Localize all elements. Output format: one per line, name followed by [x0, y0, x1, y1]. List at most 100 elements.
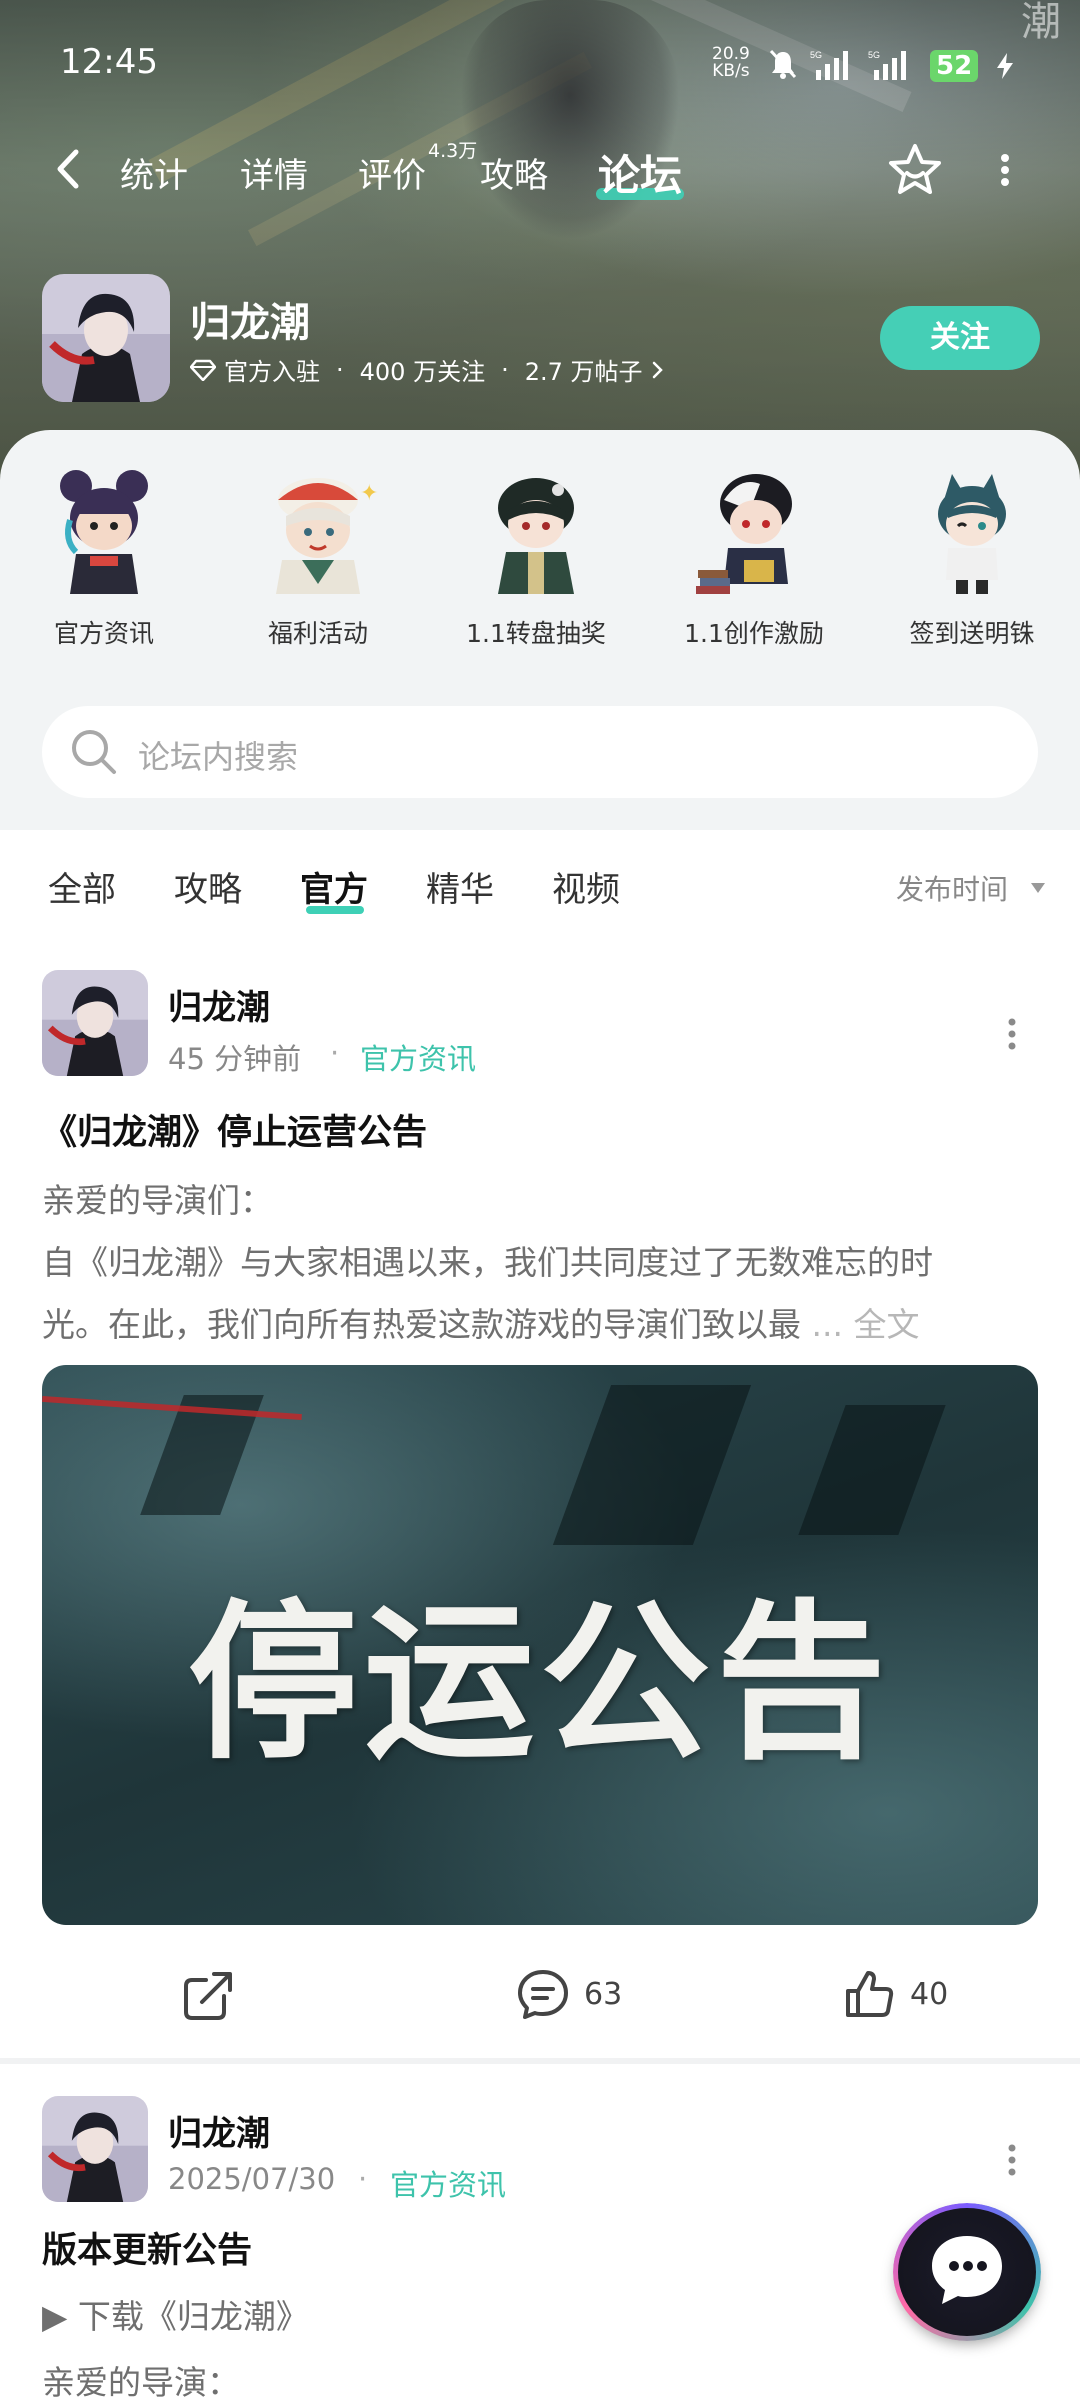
game-icon-art [42, 274, 170, 402]
follower-count: 400 万关注 [359, 358, 486, 386]
tab-reviews[interactable]: 评价 [358, 148, 426, 197]
post-time: 2025/07/30 [168, 2162, 336, 2196]
post-time: 45 分钟前 [168, 1042, 302, 1076]
active-filter-underline [306, 906, 364, 914]
post-body-line: 自《归龙潮》与大家相遇以来，我们共同度过了无数难忘的时 [42, 1243, 933, 1282]
chibi-art [498, 478, 574, 594]
more-vertical-icon[interactable] [1000, 1014, 1024, 1054]
game-info: 归龙潮 官方入驻 · 400 万关注 · 2.7 万帖子 关注 [0, 270, 1080, 410]
charging-bolt-icon [997, 53, 1013, 79]
search-icon [72, 730, 116, 774]
post-title[interactable]: 版本更新公告 [42, 2222, 252, 2273]
entry-label: 签到送明铢 [909, 619, 1035, 648]
chibi-art [696, 474, 792, 594]
entry-welfare-events[interactable]: ✦ 福利活动 [228, 460, 408, 650]
avatar[interactable] [42, 970, 148, 1076]
post-title[interactable]: 《归龙潮》停止运营公告 [42, 1104, 427, 1155]
entry-label: 1.1转盘抽奖 [466, 619, 606, 648]
chevron-right-icon [652, 361, 663, 378]
signal-5g-icon: 5G [868, 50, 906, 80]
tab-forum[interactable]: 论坛 [598, 142, 682, 203]
share-icon[interactable] [178, 1966, 238, 2026]
back-arrow-icon[interactable] [48, 144, 88, 194]
bell-muted-icon [769, 49, 797, 79]
cover-art-smear [798, 1405, 946, 1535]
status-time: 12:45 [60, 42, 158, 82]
post-body-line[interactable]: ▶ 下载《归龙潮》 [42, 2290, 309, 2338]
chibi-character-icon [466, 460, 606, 600]
favorite-star-icon[interactable] [886, 142, 944, 198]
sort-dropdown[interactable]: 发布时间 [896, 868, 1008, 908]
author-name[interactable]: 归龙潮 [168, 2106, 270, 2155]
entry-label: 官方资讯 [53, 619, 154, 648]
chibi-character-icon [34, 460, 174, 600]
post-cover-image[interactable]: 停运公告 [42, 1365, 1038, 1925]
game-title: 归龙潮 [190, 300, 310, 346]
comment-button[interactable]: 63 [516, 1964, 622, 2024]
meta-separator: · [501, 355, 509, 384]
chibi-character-icon [684, 460, 824, 600]
post-actions: 63 40 [0, 1960, 1080, 2030]
cover-art-line [42, 1395, 302, 1421]
more-vertical-icon[interactable] [1000, 2140, 1024, 2180]
like-count: 40 [910, 1976, 949, 2012]
review-count-badge: 4.3万 [428, 140, 478, 162]
caret-down-icon[interactable] [1030, 882, 1046, 894]
comment-icon [518, 1970, 568, 2019]
avatar-art [42, 2096, 148, 2202]
entry-official-news[interactable]: 官方资讯 [14, 460, 194, 650]
signal-label: 5G [810, 50, 822, 60]
entry-wheel-draw[interactable]: 1.1转盘抽奖 [446, 460, 626, 650]
game-icon[interactable] [42, 274, 170, 402]
meta-separator: · [358, 2162, 368, 2196]
official-badge: 官方入驻 [224, 358, 320, 386]
entry-creator-incentive[interactable]: 1.1创作激励 [664, 460, 844, 650]
chibi-art: ✦ [276, 478, 378, 594]
tab-details[interactable]: 详情 [240, 148, 308, 197]
cover-text: 停运公告 [187, 1583, 892, 1783]
tab-guides[interactable]: 攻略 [480, 148, 548, 197]
network-speed: 20.9 KB/s [712, 46, 750, 80]
post-card[interactable]: 归龙潮 45 分钟前 · 官方资讯 《归龙潮》停止运营公告 亲爱的导演们： 自《… [0, 940, 1080, 2060]
game-meta[interactable]: 官方入驻 · 400 万关注 · 2.7 万帖子 [190, 352, 665, 387]
post-body-line: 亲爱的导演们： [42, 1181, 273, 1220]
cover-art-smear [552, 1385, 752, 1545]
filter-featured[interactable]: 精华 [426, 862, 494, 911]
avatar[interactable] [42, 2096, 148, 2202]
post-body-line: 亲爱的导演： [42, 2363, 240, 2400]
post-category[interactable]: 官方资讯 [390, 2162, 506, 2204]
search-input[interactable]: 论坛内搜索 [138, 732, 298, 778]
post-body-text: 光。在此，我们向所有热爱这款游戏的导演们致以最 [42, 1305, 801, 1344]
follow-button[interactable]: 关注 [880, 306, 1040, 370]
like-button[interactable]: 40 [842, 1964, 948, 2024]
meta-separator: · [336, 355, 344, 384]
entry-checkin-reward[interactable]: 签到送明铢 [882, 460, 1062, 650]
signal-label: 5G [868, 50, 880, 60]
post-body-line: 光。在此，我们向所有热爱这款游戏的导演们致以最 ... 全文 [42, 1298, 919, 1346]
filter-all[interactable]: 全部 [48, 862, 116, 911]
author-name[interactable]: 归龙潮 [168, 980, 270, 1029]
filter-guides[interactable]: 攻略 [174, 862, 242, 911]
signal-5g-icon: 5G [810, 50, 848, 80]
post-category[interactable]: 官方资讯 [360, 1036, 476, 1078]
post-count: 2.7 万帖子 [524, 358, 643, 386]
chibi-character-icon: ✦ [248, 460, 388, 600]
top-nav: 统计 详情 评价 4.3万 攻略 论坛 [0, 130, 1080, 210]
thumbs-up-icon [846, 1971, 894, 2017]
more-vertical-icon[interactable] [988, 150, 1022, 190]
meta-separator: · [330, 1036, 340, 1070]
diamond-badge-icon [190, 359, 216, 381]
quick-entry-panel: 官方资讯 ✦ 福利活动 1.1转盘抽奖 1.1创作激励 签到送明铢 论坛内搜索 [0, 430, 1080, 830]
forum-search-bar[interactable]: 论坛内搜索 [42, 706, 1038, 798]
battery-level: 52 [930, 50, 979, 82]
filter-official[interactable]: 官方 [300, 862, 368, 911]
chat-fab-button[interactable] [893, 2203, 1041, 2341]
chibi-character-icon [902, 460, 1042, 600]
post-divider [0, 2058, 1080, 2064]
tab-stats[interactable]: 统计 [120, 148, 188, 197]
comment-count: 63 [584, 1976, 623, 2012]
read-more-link[interactable]: ... 全文 [812, 1305, 920, 1344]
filter-videos[interactable]: 视频 [552, 862, 620, 911]
entry-label: 1.1创作激励 [684, 619, 824, 648]
svg-text:✦: ✦ [360, 481, 378, 506]
